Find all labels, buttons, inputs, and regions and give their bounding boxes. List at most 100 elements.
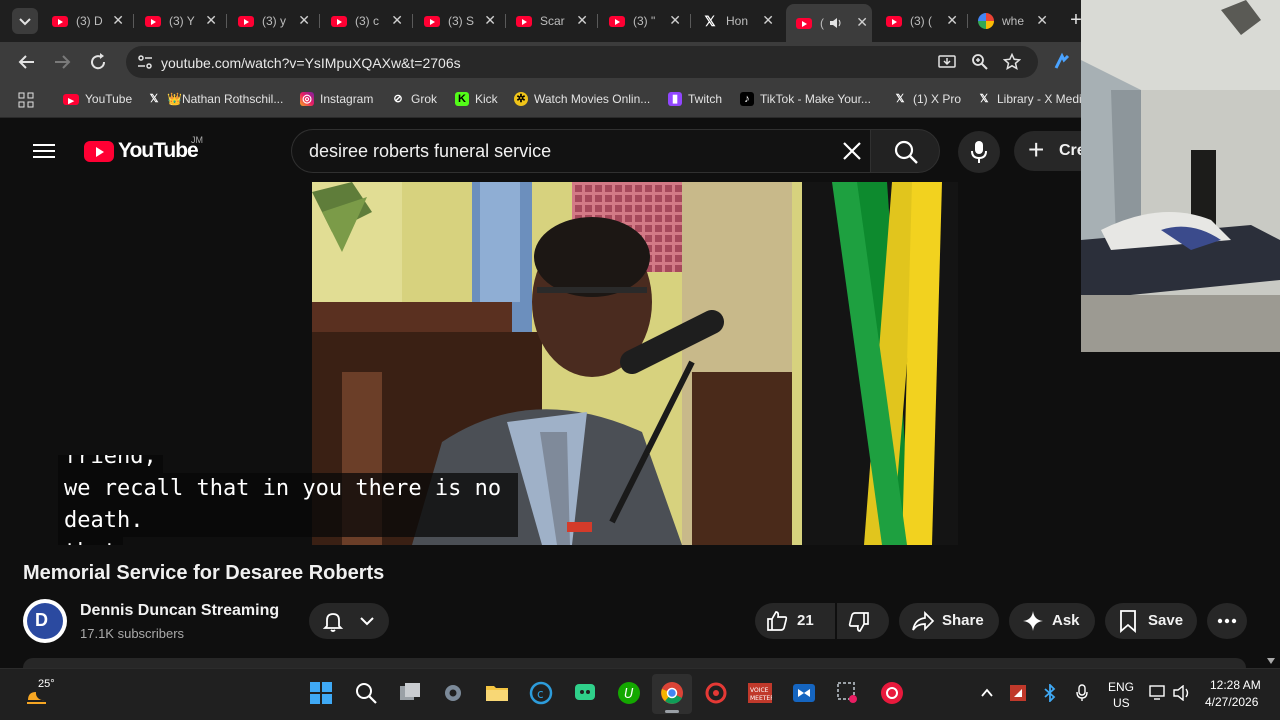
cortana-c-icon[interactable]: c: [529, 681, 553, 705]
browser-tab-active[interactable]: ( ✕: [786, 4, 872, 42]
svg-text:VOICE: VOICE: [750, 687, 769, 694]
tab-title: (3) y: [262, 14, 286, 28]
game-app-icon[interactable]: [704, 681, 728, 705]
like-button[interactable]: 21: [755, 603, 835, 639]
voicemeeter-icon[interactable]: VOICEMEETER: [748, 681, 772, 705]
task-view-icon[interactable]: [398, 681, 422, 705]
youtube-logo[interactable]: YouTube: [84, 139, 199, 163]
back-button[interactable]: [15, 50, 39, 74]
bluetooth-icon[interactable]: [1042, 684, 1058, 702]
close-tab-icon[interactable]: ✕: [112, 12, 124, 29]
youtube-icon: ▸: [63, 93, 79, 107]
network-icon[interactable]: [1149, 685, 1167, 701]
install-app-icon[interactable]: [938, 53, 956, 71]
amd-icon[interactable]: [1010, 685, 1026, 701]
bookmark-youtube[interactable]: ▸ YouTube: [63, 92, 132, 107]
kick-icon: K: [455, 92, 469, 106]
stream-deck-icon[interactable]: [792, 681, 816, 705]
volume-icon[interactable]: [1173, 685, 1191, 701]
dislike-button[interactable]: [837, 603, 889, 639]
close-tab-icon[interactable]: ✕: [856, 14, 868, 31]
browser-tab[interactable]: (3) Y ✕: [145, 8, 221, 34]
chat-app-icon[interactable]: [573, 681, 597, 705]
close-tab-icon[interactable]: ✕: [391, 12, 403, 29]
site-info-icon[interactable]: [136, 53, 154, 71]
windows-start-icon[interactable]: [309, 681, 333, 705]
google-favicon-icon: [978, 13, 994, 29]
snipping-tool-icon[interactable]: [836, 681, 860, 705]
thumbs-up-icon: [767, 611, 788, 631]
ask-button[interactable]: Ask: [1009, 603, 1095, 639]
save-label: Save: [1148, 612, 1184, 629]
close-tab-icon[interactable]: ✕: [946, 12, 958, 29]
bookmark-xpro[interactable]: 𝕏 (1) X Pro: [893, 92, 961, 106]
tab-search-button[interactable]: [12, 8, 38, 34]
file-explorer-icon[interactable]: [485, 681, 509, 705]
close-tab-icon[interactable]: ✕: [576, 12, 588, 29]
chevron-up-icon[interactable]: [980, 686, 994, 700]
clock-time[interactable]: 12:28 AM: [1210, 678, 1261, 692]
share-button[interactable]: Share: [899, 603, 999, 639]
chrome-icon[interactable]: [660, 681, 684, 705]
apps-grid-icon[interactable]: [18, 92, 34, 108]
more-actions-button[interactable]: [1207, 603, 1247, 639]
channel-name[interactable]: Dennis Duncan Streaming: [80, 602, 279, 620]
search-button[interactable]: [870, 129, 940, 173]
bookmark-kick[interactable]: K Kick: [455, 92, 498, 106]
close-tab-icon[interactable]: ✕: [298, 12, 310, 29]
youtube-play-icon: [84, 140, 114, 162]
close-tab-icon[interactable]: ✕: [1036, 12, 1048, 29]
browser-tab[interactable]: whe ✕: [978, 8, 1052, 34]
bookmark-label: Twitch: [688, 92, 723, 106]
avatar-initial: D: [35, 610, 48, 630]
zoom-icon[interactable]: [971, 53, 989, 71]
input-language[interactable]: ENG: [1108, 680, 1134, 694]
scroll-down-arrow-icon[interactable]: [1267, 658, 1275, 664]
voice-search-button[interactable]: [958, 131, 1000, 173]
browser-tab[interactable]: (3) S ✕: [424, 8, 500, 34]
sparkle-icon: [1023, 611, 1043, 631]
browser-tab[interactable]: (3) D ✕: [52, 8, 128, 34]
upwork-icon[interactable]: U: [617, 681, 641, 705]
bookmark-library[interactable]: 𝕏 Library - X Medi: [977, 92, 1081, 106]
close-tab-icon[interactable]: ✕: [205, 12, 217, 29]
arrow-right-icon: [55, 55, 71, 69]
reload-icon: [91, 53, 106, 70]
extension-icon[interactable]: [1052, 52, 1072, 72]
bookmark-label: (1) X Pro: [913, 92, 962, 106]
svg-text:MEETER: MEETER: [750, 695, 772, 702]
browser-tab[interactable]: (3) y ✕: [238, 8, 314, 34]
save-button[interactable]: Save: [1105, 603, 1197, 639]
browser-tab[interactable]: (3) (✕: [886, 8, 962, 34]
microphone-icon[interactable]: [1075, 684, 1089, 702]
recorder-icon[interactable]: [880, 681, 904, 705]
bookmark-twitch[interactable]: ▮ Twitch: [668, 92, 722, 106]
guide-menu-button[interactable]: [33, 141, 55, 161]
youtube-favicon-icon: [331, 15, 347, 27]
bookmark-label: Kick: [475, 92, 498, 106]
browser-tab[interactable]: Scar ✕: [516, 8, 592, 34]
close-tab-icon[interactable]: ✕: [484, 12, 496, 29]
forward-button[interactable]: [50, 50, 74, 74]
description-box[interactable]: [23, 658, 1246, 668]
settings-gear-icon[interactable]: [441, 681, 465, 705]
x-logo-icon: 𝕏: [149, 93, 159, 105]
bookmark-grok[interactable]: ⊘ Grok: [391, 92, 437, 106]
bookmark-movies[interactable]: ✲ Watch Movies Onlin...: [514, 92, 650, 106]
browser-tab[interactable]: (3) " ✕: [609, 8, 685, 34]
browser-tab[interactable]: 𝕏 Hon ✕: [702, 8, 778, 34]
browser-tab[interactable]: (3) c ✕: [331, 8, 407, 34]
search-icon[interactable]: [354, 681, 378, 705]
bookmark-star-icon[interactable]: [1003, 53, 1021, 71]
clear-search-button[interactable]: [840, 138, 864, 171]
tab-title: (: [820, 16, 824, 30]
notification-settings-button[interactable]: [309, 603, 389, 639]
caption-line: we recall that in you there is no death.: [58, 473, 518, 537]
bookmark-nathan[interactable]: 𝕏 👑Nathan Rothschil...: [147, 92, 284, 106]
close-tab-icon[interactable]: ✕: [669, 12, 681, 29]
speaker-playing-icon[interactable]: [829, 16, 843, 30]
bookmark-tiktok[interactable]: ♪ TikTok - Make Your...: [740, 92, 871, 106]
close-tab-icon[interactable]: ✕: [762, 12, 774, 29]
bookmark-instagram[interactable]: ◎ Instagram: [300, 92, 373, 106]
reload-button[interactable]: [86, 50, 110, 74]
